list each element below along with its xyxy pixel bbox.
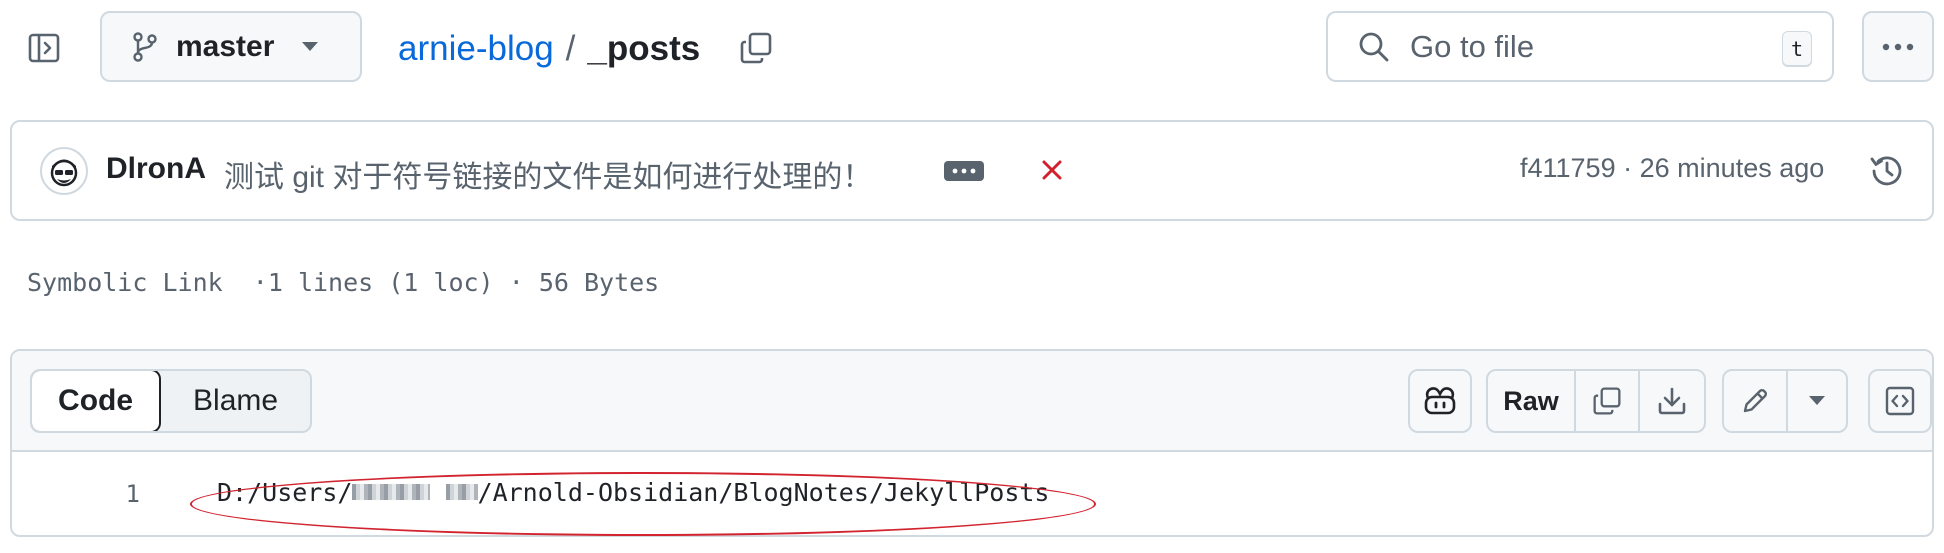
copilot-icon: [1424, 387, 1456, 415]
pencil-icon: [1743, 388, 1768, 413]
redacted-username-suffix: [445, 484, 478, 500]
breadcrumb-separator: /: [565, 29, 576, 68]
copy-raw-button[interactable]: [1576, 371, 1640, 431]
copilot-button[interactable]: [1408, 369, 1472, 433]
file-header: master arnie-blog / _posts Go to file t: [0, 0, 1944, 100]
history-button[interactable]: [1864, 148, 1910, 194]
author-avatar-image: [50, 159, 78, 187]
branch-selector-button[interactable]: master: [100, 11, 362, 82]
expand-commit-message-button[interactable]: [942, 156, 986, 186]
file-info: Symbolic Link ·1 lines (1 loc) · 56 Byte…: [27, 268, 659, 297]
code-line-content: D:/Users/ /Arnold-Obsidian/BlogNotes/Jek…: [217, 478, 1049, 507]
raw-button[interactable]: Raw: [1488, 371, 1576, 431]
copy-path-button[interactable]: [734, 26, 778, 70]
edit-actions-group: [1722, 369, 1848, 433]
triangle-down-icon: [302, 41, 319, 52]
sidebar-toggle-button[interactable]: [22, 26, 66, 70]
kebab-horizontal-icon: [1882, 43, 1914, 50]
code-panel-toolbar: Code Blame Raw: [12, 351, 1932, 452]
breadcrumb-repo-link[interactable]: arnie-blog: [398, 29, 554, 69]
ellipsis-icon: [944, 161, 984, 181]
commit-meta: f411759 · 26 minutes ago: [1520, 153, 1824, 184]
x-icon: [1042, 160, 1062, 180]
code-text-prefix: D:/Users/: [217, 478, 353, 507]
code-line-row: 1 D:/Users/ /Arnold-Obsidian/BlogNotes/J…: [12, 452, 1932, 535]
code-panel: Code Blame Raw 1 D:/Users/ /Arnold-Obsid…: [10, 349, 1934, 537]
commit-status-button[interactable]: [1034, 152, 1070, 188]
tab-blame[interactable]: Blame: [161, 371, 310, 431]
file-size: 56 Bytes: [538, 268, 660, 297]
go-to-file-placeholder: Go to file: [1410, 28, 1535, 64]
info-separator: ·: [508, 268, 524, 297]
avatar[interactable]: [40, 147, 88, 195]
file-view-page: master arnie-blog / _posts Go to file t: [0, 0, 1944, 553]
commit-message-link[interactable]: 测试 git 对于符号链接的文件是如何进行处理的！: [224, 152, 872, 196]
sidebar-expand-icon: [28, 33, 60, 63]
latest-commit-bar: DlronA 测试 git 对于符号链接的文件是如何进行处理的！ f411759…: [10, 120, 1934, 221]
download-icon: [1658, 387, 1686, 415]
search-icon: [1359, 32, 1389, 61]
history-icon: [1870, 156, 1902, 186]
code-text-suffix: /Arnold-Obsidian/BlogNotes/JekyllPosts: [477, 478, 1050, 507]
copy-icon: [1593, 387, 1621, 415]
redacted-username: [352, 484, 431, 500]
line-count: 1 lines (1 loc): [267, 268, 494, 297]
meta-separator: ·: [1623, 153, 1633, 183]
git-branch-icon: [133, 31, 157, 62]
breadcrumb-current: _posts: [587, 29, 701, 68]
file-type: Symbolic Link: [27, 268, 223, 297]
info-separator: ·: [252, 268, 268, 297]
edit-file-button[interactable]: [1724, 371, 1788, 431]
commit-time: 26 minutes ago: [1639, 153, 1825, 183]
raw-actions-group: Raw: [1486, 369, 1706, 433]
line-number[interactable]: 1: [12, 480, 140, 508]
more-options-button[interactable]: [1862, 11, 1934, 82]
commit-hash-link[interactable]: f411759: [1520, 153, 1616, 183]
code-square-icon: [1885, 386, 1915, 416]
go-to-file-input[interactable]: Go to file t: [1326, 11, 1834, 82]
download-button[interactable]: [1640, 371, 1704, 431]
commit-author-link[interactable]: DlronA: [106, 152, 206, 186]
edit-menu-button[interactable]: [1788, 371, 1846, 431]
branch-name: master: [176, 29, 275, 63]
keyboard-shortcut-hint: t: [1782, 31, 1812, 67]
view-mode-toggle: Code Blame: [30, 369, 312, 433]
tab-code[interactable]: Code: [32, 371, 162, 431]
triangle-down-icon: [1809, 396, 1825, 405]
symbols-panel-button[interactable]: [1868, 369, 1932, 433]
breadcrumb: arnie-blog / _posts: [398, 24, 700, 74]
copy-icon: [740, 32, 772, 64]
